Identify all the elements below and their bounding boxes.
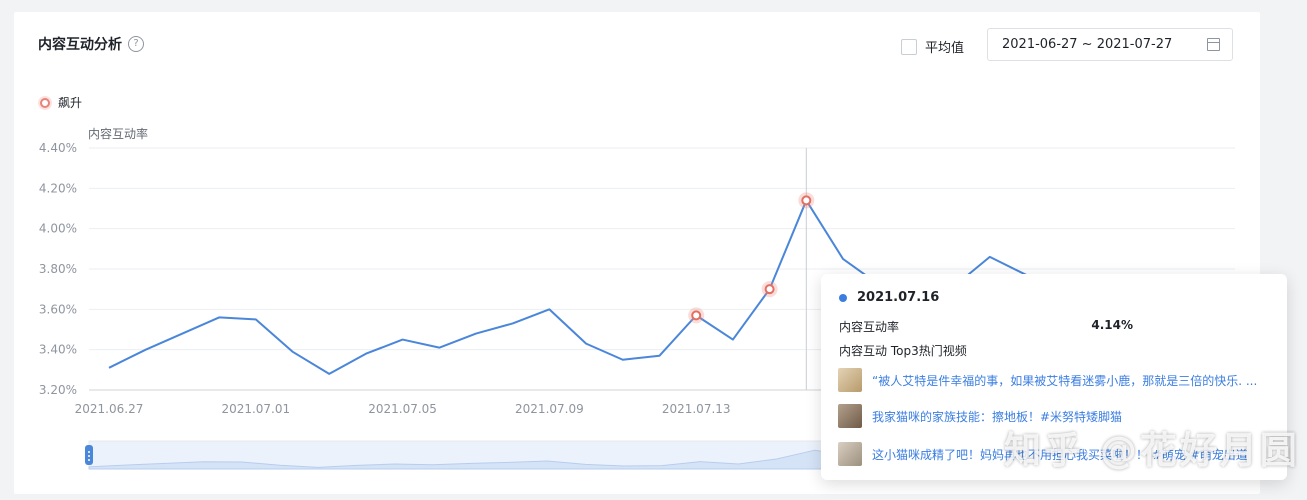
surge-marker (691, 310, 702, 321)
video-thumbnail (838, 368, 862, 392)
x-tick-label: 2021.07.13 (662, 402, 731, 416)
x-tick-label: 2021.06.27 (75, 402, 144, 416)
surge-markers (688, 192, 815, 324)
tooltip-series-dot-icon (839, 293, 847, 302)
video-title-link[interactable]: 这小猫咪成精了吧！妈妈再也不用担心我买菜啦！！ #萌宠 #萌宠出道 (872, 446, 1248, 463)
y-axis-label: 内容互动率 (88, 126, 148, 141)
tooltip-date-row: 2021.07.16 (839, 290, 939, 305)
surge-marker (764, 284, 775, 295)
y-tick-label: 4.40% (39, 141, 77, 155)
tooltip-video-item[interactable]: 这小猫咪成精了吧！妈妈再也不用担心我买菜啦！！ #萌宠 #萌宠出道 (838, 442, 1248, 466)
y-tick-label: 3.40% (39, 343, 77, 357)
tooltip-metric-row: 内容互动率 4.14% (839, 318, 1133, 335)
tooltip-date: 2021.07.16 (857, 290, 940, 305)
tooltip-section-label: 内容互动 Top3热门视频 (839, 344, 967, 358)
x-tick-label: 2021.07.09 (515, 402, 584, 416)
x-tick-label: 2021.07.05 (368, 402, 437, 416)
video-title-link[interactable]: 我家猫咪的家族技能：擦地板！#米努特矮脚猫 (872, 408, 1122, 425)
surge-marker (801, 195, 812, 206)
tooltip-video-item[interactable]: “被人艾特是件幸福的事，如果被艾特看迷雾小鹿，那就是三倍的快乐. ... (838, 368, 1257, 392)
video-title-link[interactable]: “被人艾特是件幸福的事，如果被艾特看迷雾小鹿，那就是三倍的快乐. ... (872, 372, 1257, 389)
video-thumbnail (838, 404, 862, 428)
tooltip-metric-value: 4.14% (1091, 318, 1133, 332)
y-tick-label: 4.20% (39, 181, 77, 195)
tooltip-metric-label: 内容互动率 (839, 320, 900, 334)
video-thumbnail (838, 442, 862, 466)
y-tick-label: 3.80% (39, 262, 77, 276)
x-tick-label: 2021.07.01 (221, 402, 290, 416)
tooltip-video-item[interactable]: 我家猫咪的家族技能：擦地板！#米努特矮脚猫 (838, 404, 1122, 428)
y-tick-label: 4.00% (39, 222, 77, 236)
y-tick-labels: 3.20% 3.40% 3.60% 3.80% 4.00% 4.20% 4.40% (39, 141, 77, 397)
chart-tooltip: 2021.07.16 内容互动率 4.14% 内容互动 Top3热门视频 “被人… (821, 274, 1287, 480)
y-tick-label: 3.20% (39, 383, 77, 397)
y-tick-label: 3.60% (39, 302, 77, 316)
